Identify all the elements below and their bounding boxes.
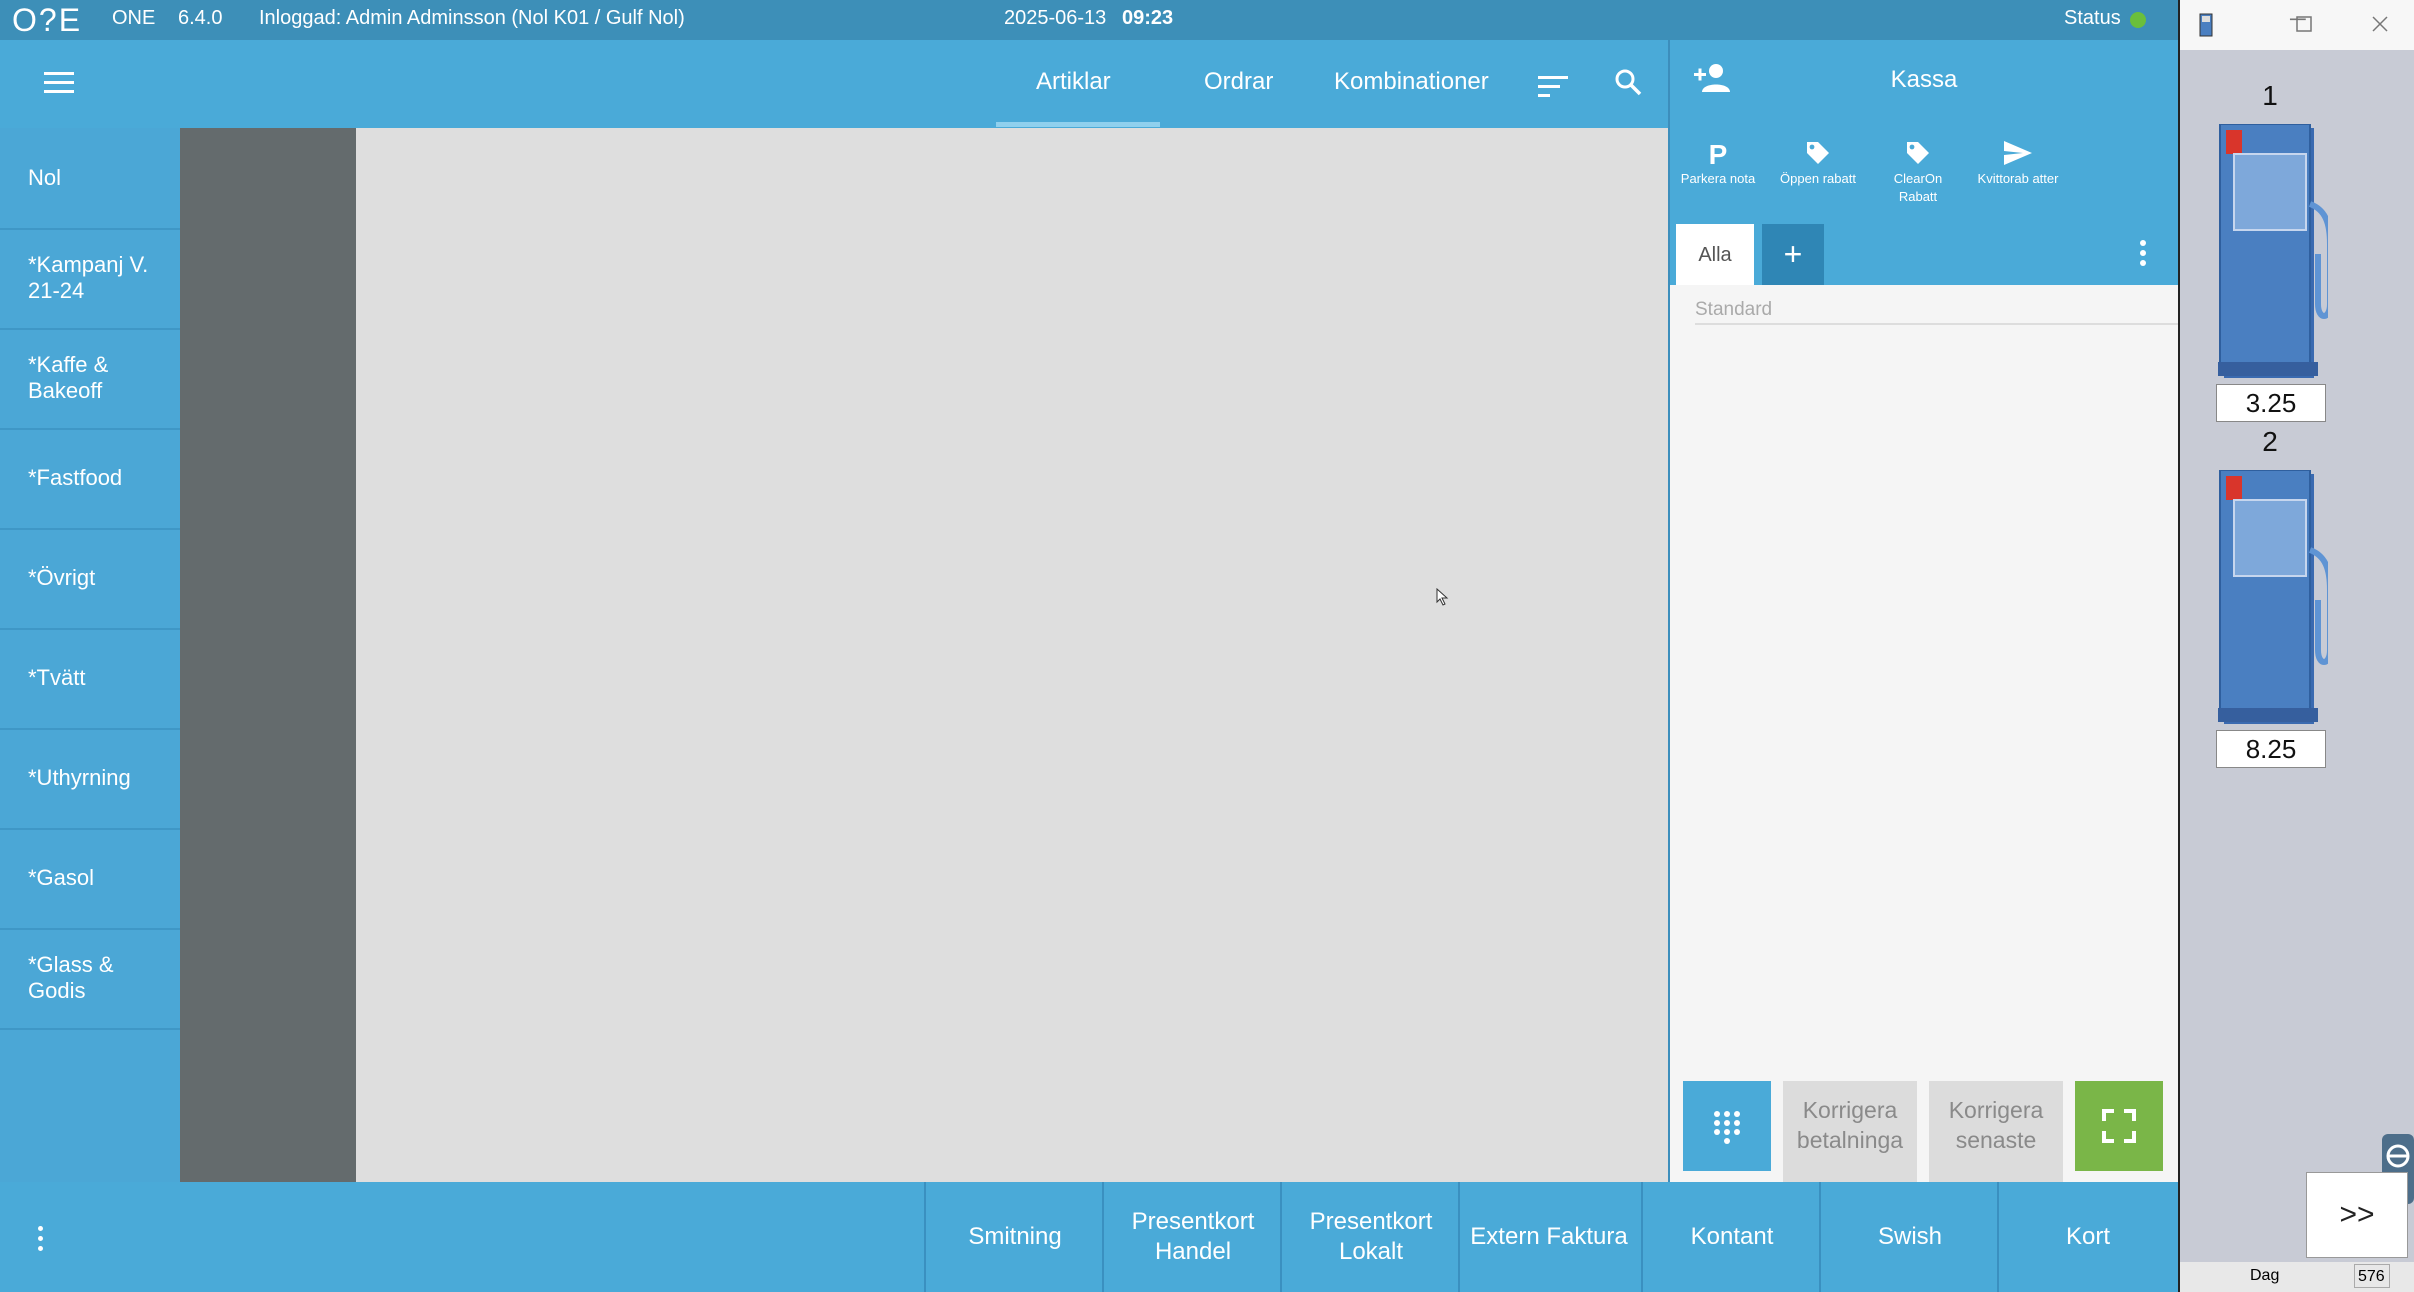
numpad-button[interactable]: [1683, 1081, 1771, 1171]
category-item[interactable]: Nol: [0, 128, 180, 230]
date-label: 2025-06-13: [1004, 7, 1107, 29]
park-note-button[interactable]: P Parkera nota: [1673, 140, 1763, 188]
add-tab-button[interactable]: +: [1762, 224, 1824, 286]
tab-ordrar[interactable]: Ordrar: [1204, 68, 1273, 96]
payment-kort-button[interactable]: Kort: [1997, 1182, 2177, 1292]
pump-status-bar: Dag 576: [2180, 1262, 2414, 1292]
park-icon: P: [1708, 139, 1728, 170]
login-info: Inloggad: Admin Adminsson (Nol K01 / Gul…: [259, 7, 685, 29]
correct-last-button[interactable]: Korrigera senaste: [1929, 1081, 2063, 1185]
payment-presentkort-lokalt-button[interactable]: Presentkort Lokalt: [1280, 1182, 1460, 1292]
search-icon[interactable]: [1614, 68, 1642, 96]
category-item[interactable]: *Uthyrning: [0, 728, 180, 830]
tag-icon: [1773, 140, 1863, 170]
category-item[interactable]: *Gasol: [0, 828, 180, 930]
status-day: Dag: [2250, 1267, 2280, 1284]
kassa-title: Kassa: [1890, 66, 1958, 93]
tab-artiklar[interactable]: Artiklar: [1036, 68, 1111, 96]
payment-swish-button[interactable]: Swish: [1819, 1182, 1999, 1292]
pump-number: 1: [2262, 80, 2278, 111]
tab-alla[interactable]: Alla: [1676, 224, 1754, 286]
category-item[interactable]: *Tvätt: [0, 628, 180, 730]
active-tab-indicator: [996, 122, 1160, 127]
receipt-discount-button[interactable]: Kvittorab atter: [1973, 140, 2063, 188]
article-grid[interactable]: [356, 128, 1668, 1182]
maximize-icon[interactable]: [2296, 16, 2312, 32]
receipt-list: Standard: [1670, 285, 2178, 1045]
more-pumps-button[interactable]: >>: [2306, 1172, 2408, 1258]
fuel-pump-icon[interactable]: [2218, 124, 2328, 384]
status-indicator: [2130, 12, 2146, 28]
main-navigation: Artiklar Ordrar Kombinationer: [0, 40, 1668, 128]
more-options-icon[interactable]: [2140, 240, 2148, 270]
category-item[interactable]: *Kaffe & Bakeoff: [0, 328, 180, 430]
fullscreen-button[interactable]: [2075, 1081, 2163, 1171]
tag-icon: [1873, 140, 1963, 170]
open-discount-button[interactable]: Öppen rabatt: [1773, 140, 1863, 188]
category-sidebar: Nol *Kampanj V. 21-24 *Kaffe & Bakeoff *…: [0, 128, 180, 1182]
version-label: 6.4.0: [178, 7, 223, 29]
clearon-discount-button[interactable]: ClearOn Rabatt: [1873, 140, 1963, 206]
mouse-cursor-icon: [1436, 588, 1449, 606]
brand-label: ONE: [112, 7, 156, 29]
close-icon[interactable]: [2372, 16, 2388, 32]
status-label[interactable]: Status: [2064, 7, 2121, 30]
sort-icon[interactable]: [1538, 76, 1568, 103]
category-item[interactable]: *Kampanj V. 21-24: [0, 228, 180, 330]
category-item[interactable]: *Glass & Godis: [0, 928, 180, 1030]
time-label: 09:23: [1122, 7, 1174, 29]
pump-amount: 3.25: [2216, 384, 2326, 422]
pump-amount: 8.25: [2216, 730, 2326, 768]
send-icon: [1973, 140, 2063, 170]
payment-kontant-button[interactable]: Kontant: [1641, 1182, 1821, 1292]
payment-extern-faktura-button[interactable]: Extern Faktura: [1458, 1182, 1638, 1292]
top-status-bar: O?E ONE 6.4.0 Inloggad: Admin Adminsson …: [0, 0, 2178, 40]
standard-section-label: Standard: [1695, 299, 2178, 325]
fullscreen-icon: [2102, 1109, 2136, 1143]
correct-payment-button[interactable]: Korrigera betalninga: [1783, 1081, 1917, 1185]
kassa-footer: Korrigera betalninga Korrigera senaste: [1670, 1045, 2178, 1185]
app-logo: O?E: [12, 2, 83, 38]
pump-list: 1 3.25 2 8.25: [2180, 50, 2414, 1262]
pump-app-icon: [2199, 13, 2213, 37]
numpad-icon: [1714, 1111, 1740, 1144]
payment-bar: Smitning Presentkort Handel Presentkort …: [0, 1182, 2178, 1292]
fuel-pump-icon[interactable]: [2218, 470, 2328, 730]
menu-icon[interactable]: [44, 72, 74, 94]
pump-window-titlebar: ─: [2180, 0, 2414, 50]
category-item[interactable]: *Övrigt: [0, 528, 180, 630]
kassa-header: Kassa P Parkera nota Öppen rabatt ClearO…: [1670, 40, 2178, 286]
payment-smitning-button[interactable]: Smitning: [924, 1182, 1104, 1292]
status-count: 576: [2354, 1264, 2390, 1288]
subcategory-column: [180, 128, 356, 1182]
pump-number: 2: [2262, 426, 2278, 457]
payment-presentkort-handel-button[interactable]: Presentkort Handel: [1102, 1182, 1282, 1292]
category-item[interactable]: *Fastfood: [0, 428, 180, 530]
payment-more-icon[interactable]: [38, 1226, 46, 1256]
tab-kombinationer[interactable]: Kombinationer: [1334, 68, 1489, 96]
